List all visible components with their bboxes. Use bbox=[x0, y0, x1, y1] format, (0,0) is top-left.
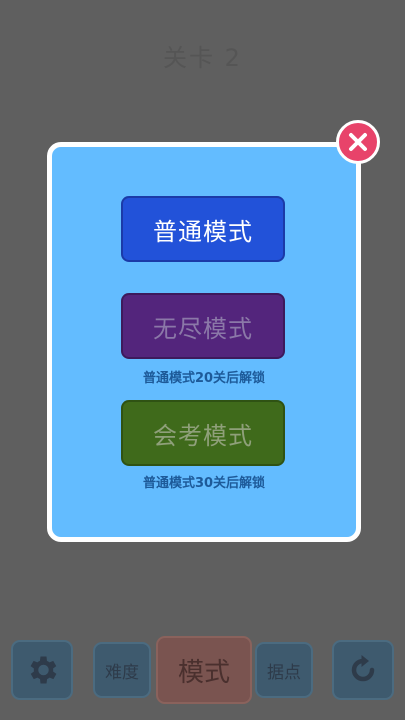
normal-mode-button[interactable]: 普通模式 bbox=[121, 196, 285, 262]
modal-overlay: 普通模式 无尽模式 普通模式20关后解锁 会考模式 普通模式30关后解锁 bbox=[0, 0, 405, 720]
close-icon bbox=[349, 133, 367, 151]
exam-unlock-note: 普通模式30关后解锁 bbox=[142, 476, 266, 491]
endless-mode-button[interactable]: 无尽模式 bbox=[121, 293, 285, 359]
exam-mode-button[interactable]: 会考模式 bbox=[121, 400, 285, 466]
endless-unlock-note: 普通模式20关后解锁 bbox=[142, 371, 266, 386]
close-button[interactable] bbox=[336, 120, 380, 164]
